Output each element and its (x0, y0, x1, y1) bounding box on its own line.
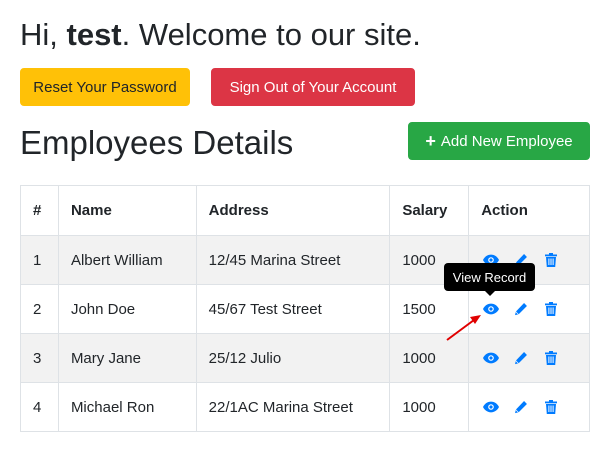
reset-password-button[interactable]: Reset Your Password (20, 68, 190, 106)
page: Hi, test. Welcome to our site. Reset You… (0, 0, 606, 455)
cell-name: Albert William (57, 235, 197, 285)
cell-name: Mary Jane (57, 333, 197, 383)
table-row: 4 Michael Ron 22/1AC Marina Street 1000 (20, 382, 590, 432)
table-row: 2 John Doe 45/67 Test Street 1500 (20, 284, 590, 334)
greeting-suffix: . Welcome to our site. (121, 17, 421, 52)
employees-table: # Name Address Salary Action 1 Albert Wi… (20, 185, 590, 432)
pencil-icon[interactable] (513, 301, 529, 317)
greeting-prefix: Hi, (20, 17, 67, 52)
cell-name: Michael Ron (57, 382, 197, 432)
add-employee-button[interactable]: + Add New Employee (408, 122, 590, 160)
welcome-heading: Hi, test. Welcome to our site. (20, 16, 421, 53)
cell-id: 1 (20, 235, 59, 285)
cell-id: 2 (20, 284, 59, 334)
cell-address: 12/45 Marina Street (195, 235, 391, 285)
cell-salary: 1000 (389, 333, 470, 383)
page-title: Employees Details (20, 124, 294, 161)
sign-out-button[interactable]: Sign Out of Your Account (211, 68, 415, 106)
cell-actions (468, 382, 590, 432)
cell-address: 45/67 Test Street (195, 284, 391, 334)
eye-icon[interactable] (483, 399, 500, 415)
cell-name: John Doe (57, 284, 197, 334)
trash-icon[interactable] (543, 301, 559, 317)
cell-id: 4 (20, 382, 59, 432)
cell-address: 25/12 Julio (195, 333, 391, 383)
cell-salary: 1500 (389, 284, 470, 334)
cell-id: 3 (20, 333, 59, 383)
table-header-row: # Name Address Salary Action (20, 185, 590, 236)
pencil-icon[interactable] (513, 399, 529, 415)
column-header-action: Action (468, 185, 590, 236)
column-header-salary: Salary (389, 185, 470, 236)
column-header-address: Address (195, 185, 391, 236)
add-employee-label: Add New Employee (440, 132, 573, 150)
pencil-icon[interactable] (513, 350, 529, 366)
username: test (66, 17, 122, 52)
trash-icon[interactable] (543, 350, 559, 366)
column-header-id: # (20, 185, 59, 236)
table-row: 3 Mary Jane 25/12 Julio 1000 (20, 333, 590, 383)
plus-icon: + (425, 131, 436, 151)
column-header-name: Name (57, 185, 197, 236)
view-record-tooltip: View Record (444, 263, 535, 296)
cell-actions (468, 333, 590, 383)
eye-icon[interactable] (483, 301, 500, 317)
trash-icon[interactable] (543, 399, 559, 415)
cell-address: 22/1AC Marina Street (195, 382, 391, 432)
trash-icon[interactable] (543, 252, 559, 268)
cell-salary: 1000 (389, 382, 470, 432)
eye-icon[interactable] (483, 350, 500, 366)
